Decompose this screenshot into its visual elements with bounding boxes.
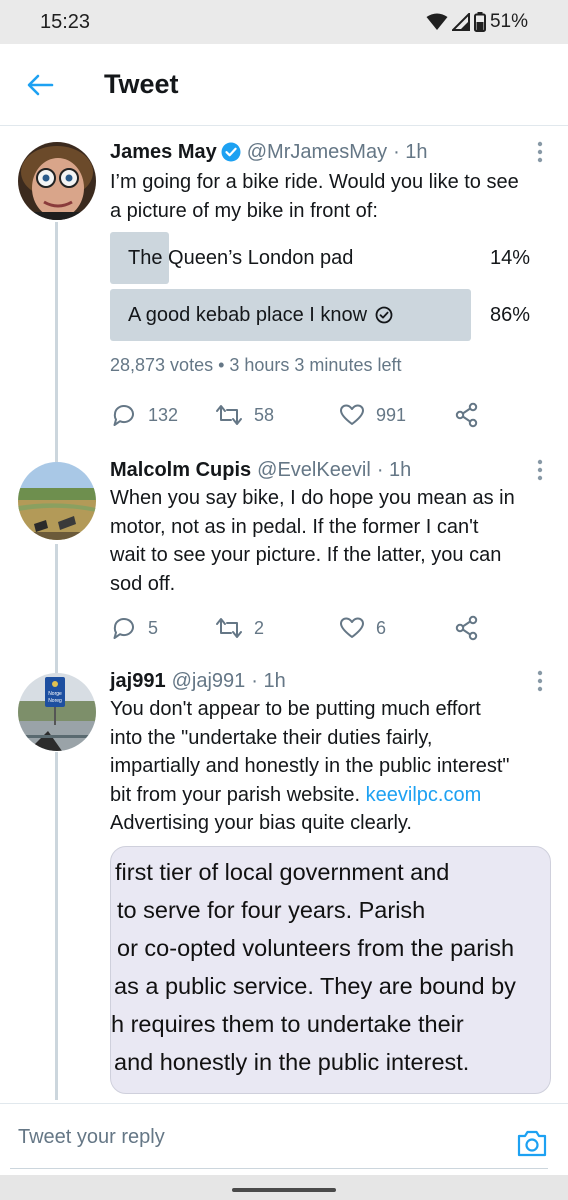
more-options-icon[interactable] <box>530 669 550 693</box>
avatar[interactable] <box>18 462 96 540</box>
home-gesture-pill[interactable] <box>232 1188 336 1192</box>
reply-bar <box>0 1103 568 1175</box>
check-circle-icon <box>375 306 393 324</box>
like-button[interactable]: 991 <box>338 400 406 430</box>
wifi-icon <box>426 13 448 30</box>
tweet[interactable]: James May @MrJamesMay · 1h I’m going for… <box>0 138 568 438</box>
author-handle[interactable]: @MrJamesMay <box>247 141 387 164</box>
avatar[interactable] <box>18 142 96 220</box>
reply-input[interactable] <box>18 1126 498 1149</box>
tweet-time: · 1h <box>393 140 428 163</box>
image-text-line: first tier of local government and <box>115 859 450 885</box>
reply-count: 132 <box>148 404 179 425</box>
retweet-button[interactable]: 2 <box>214 613 264 643</box>
tweet-text: I’m going for a bike ride. Would you lik… <box>110 171 519 222</box>
more-options-icon[interactable] <box>530 458 550 482</box>
poll-option: The Queen’s London pad 14% <box>110 232 530 284</box>
tweet-text: You don't appear to be putting much effo… <box>110 698 510 834</box>
reply-button[interactable]: 132 <box>110 400 178 430</box>
like-count: 991 <box>376 404 407 425</box>
retweet-count: 2 <box>254 617 265 638</box>
share-icon <box>455 615 478 641</box>
poll-option-percent: 14% <box>489 247 530 269</box>
poll-option-label: The Queen’s London pad <box>128 247 354 269</box>
like-count: 6 <box>376 617 387 638</box>
tweet-time: · 1h <box>251 669 286 692</box>
tweet-time: · 1h <box>376 458 412 481</box>
verified-badge-icon <box>221 142 241 162</box>
heart-icon <box>340 404 364 425</box>
author-name[interactable]: Malcolm Cupis <box>110 459 251 482</box>
share-button[interactable] <box>454 400 480 430</box>
battery-icon <box>473 12 486 32</box>
retweet-icon <box>216 618 242 638</box>
image-text-line: and honestly in the public interest. <box>114 1049 470 1075</box>
svg-text:Noreg: Noreg <box>48 698 62 704</box>
signal-icon <box>451 13 470 31</box>
battery-percent: 51% <box>489 11 528 32</box>
reply-icon <box>113 405 134 426</box>
reply-icon <box>113 618 134 639</box>
tweet-text: When you say bike, I do hope you mean as… <box>110 487 515 595</box>
retweet-count: 58 <box>254 404 275 425</box>
status-time: 15:23 <box>40 11 91 33</box>
reply-count: 5 <box>148 617 159 638</box>
svg-text:Norge: Norge <box>48 691 62 697</box>
author-name[interactable]: James May <box>110 141 217 164</box>
camera-icon[interactable] <box>516 1128 548 1158</box>
poll-option-label: A good kebab place I know <box>128 289 393 341</box>
poll-option: A good kebab place I know 86% <box>110 289 530 341</box>
more-options-icon[interactable] <box>530 140 550 164</box>
tweet-image[interactable]: first tier of local government and to se… <box>110 846 551 1094</box>
reply-underline <box>10 1168 548 1169</box>
tweet-header: James May @MrJamesMay · 1h <box>110 138 428 166</box>
tweet-header: jaj991 @jaj991 · 1h <box>110 667 286 695</box>
like-button[interactable]: 6 <box>338 613 386 643</box>
author-handle[interactable]: @EvelKeevil <box>257 459 371 482</box>
author-name[interactable]: jaj991 <box>110 670 166 693</box>
heart-icon <box>340 617 364 638</box>
status-bar: 15:23 51% <box>0 0 568 44</box>
share-icon <box>455 402 478 428</box>
retweet-button[interactable]: 58 <box>214 400 274 430</box>
retweet-icon <box>216 405 242 425</box>
tweet-header: Malcolm Cupis @EvelKeevil · 1h <box>110 456 411 484</box>
share-button[interactable] <box>454 613 480 643</box>
avatar[interactable]: Norge Noreg <box>18 673 96 751</box>
tweet[interactable]: Malcolm Cupis @EvelKeevil · 1h When you … <box>0 456 568 656</box>
author-handle[interactable]: @jaj991 <box>172 670 246 693</box>
reply-button[interactable]: 5 <box>110 613 158 643</box>
tweet-link[interactable]: keevilpc.com <box>366 784 482 806</box>
status-icons: 51% <box>426 9 528 35</box>
image-text-line: as a public service. They are bound by <box>114 973 516 999</box>
poll-option-percent: 86% <box>489 304 530 326</box>
image-text-line: h requires them to undertake their <box>111 1011 464 1037</box>
back-arrow-icon[interactable] <box>24 69 56 101</box>
image-text-line: or co-opted volunteers from the parish <box>117 935 515 961</box>
image-text-line: to serve for four years. Parish <box>117 897 426 923</box>
system-nav-bar <box>0 1175 568 1200</box>
app-bar: Tweet <box>0 44 568 126</box>
poll-meta: 28,873 votes • 3 hours 3 minutes left <box>110 355 402 375</box>
page-title: Tweet <box>104 69 179 99</box>
